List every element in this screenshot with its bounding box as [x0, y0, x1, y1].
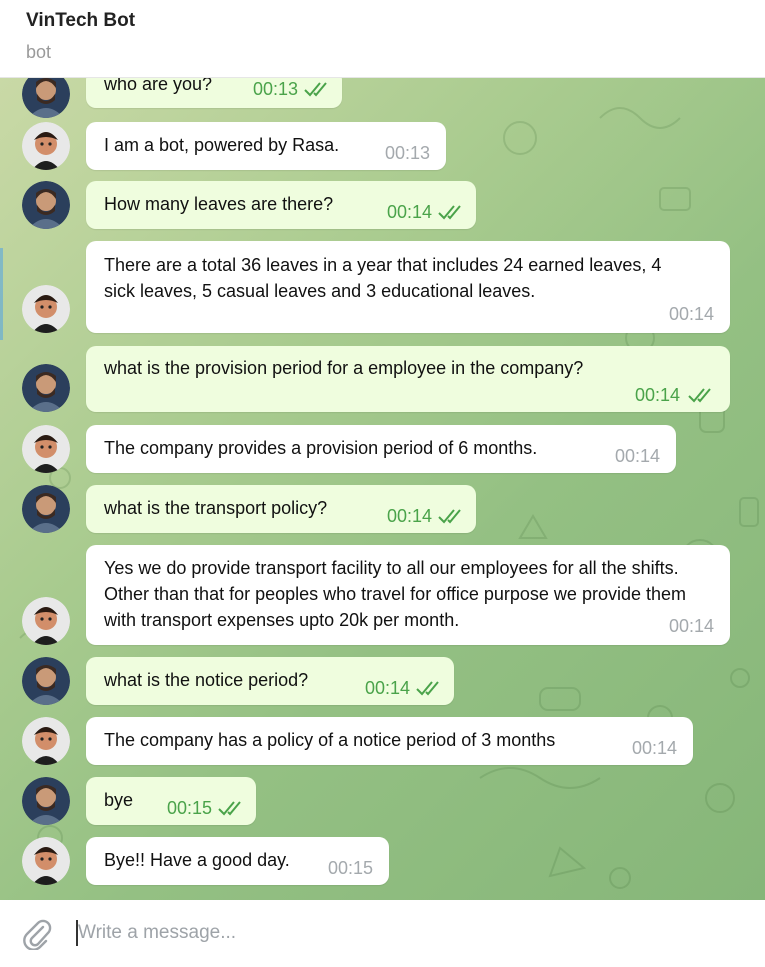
message-text: I am a bot, powered by Rasa.	[104, 135, 340, 155]
message-text: How many leaves are there?	[104, 194, 334, 214]
message-text: what is the notice period?	[104, 670, 309, 690]
message-text: Bye!! Have a good day.	[104, 850, 290, 870]
double-check-icon	[688, 388, 711, 403]
outgoing-message[interactable]: bye 00:15	[86, 777, 256, 825]
bot-avatar[interactable]	[22, 425, 70, 473]
chat-subtitle: bot	[26, 42, 52, 62]
double-check-icon	[218, 801, 241, 816]
bot-avatar[interactable]	[22, 122, 70, 170]
double-check-icon	[438, 509, 461, 524]
message-time: 00:13	[252, 79, 298, 99]
double-check-icon	[416, 681, 439, 696]
user-avatar[interactable]	[22, 657, 70, 705]
message-time: 00:14	[668, 616, 714, 636]
incoming-message[interactable]: There are a total 36 leaves in a year th…	[86, 241, 730, 333]
message-text: There are a total 36 leaves in a year th…	[104, 255, 662, 301]
message-time: 00:13	[384, 143, 430, 163]
incoming-message[interactable]: The company provides a provision period …	[86, 425, 676, 473]
user-avatar[interactable]	[22, 364, 70, 412]
incoming-message[interactable]: The company has a policy of a notice per…	[86, 717, 693, 765]
bot-avatar[interactable]	[22, 285, 70, 333]
scroll-marker	[0, 248, 3, 340]
outgoing-message[interactable]: who are you? 00:13	[86, 78, 342, 108]
message-time: 00:14	[668, 304, 714, 324]
user-avatar[interactable]	[22, 181, 70, 229]
outgoing-message[interactable]: How many leaves are there? 00:14	[86, 181, 476, 229]
message-time: 00:14	[386, 202, 432, 222]
message-text: bye	[104, 790, 134, 810]
message-time: 00:14	[631, 738, 677, 758]
message-time: 00:15	[166, 798, 212, 818]
paperclip-icon[interactable]	[22, 918, 52, 950]
outgoing-message[interactable]: what is the notice period? 00:14	[86, 657, 454, 705]
chat-header[interactable]: VinTech Bot bot	[0, 0, 765, 78]
double-check-icon	[438, 205, 461, 220]
double-check-icon	[304, 82, 327, 97]
user-avatar[interactable]	[22, 777, 70, 825]
message-text: who are you?	[104, 78, 213, 94]
bot-avatar[interactable]	[22, 717, 70, 765]
message-time: 00:15	[327, 858, 373, 878]
bot-avatar[interactable]	[22, 837, 70, 885]
message-text: The company provides a provision period …	[104, 438, 538, 458]
message-text: what is the transport policy?	[104, 498, 328, 518]
incoming-message[interactable]: Yes we do provide transport facility to …	[86, 545, 730, 645]
message-time: 00:14	[614, 446, 660, 466]
message-text: what is the provision period for a emplo…	[104, 358, 584, 378]
chat-title: VinTech Bot	[26, 10, 136, 31]
user-avatar[interactable]	[22, 485, 70, 533]
bot-avatar[interactable]	[22, 597, 70, 645]
outgoing-message[interactable]: what is the transport policy? 00:14	[86, 485, 476, 533]
outgoing-message[interactable]: what is the provision period for a emplo…	[86, 346, 730, 412]
message-text: The company has a policy of a notice per…	[104, 730, 556, 750]
message-text: Yes we do provide transport facility to …	[104, 558, 686, 630]
message-time: 00:14	[634, 385, 680, 405]
message-time: 00:14	[364, 678, 410, 698]
message-list[interactable]: who are you? 00:13 I am a bot, powered b…	[0, 78, 765, 900]
incoming-message[interactable]: I am a bot, powered by Rasa. 00:13	[86, 122, 446, 170]
incoming-message[interactable]: Bye!! Have a good day. 00:15	[86, 837, 389, 885]
message-time: 00:14	[386, 506, 432, 526]
message-composer	[0, 900, 765, 967]
message-input[interactable]	[78, 916, 718, 950]
